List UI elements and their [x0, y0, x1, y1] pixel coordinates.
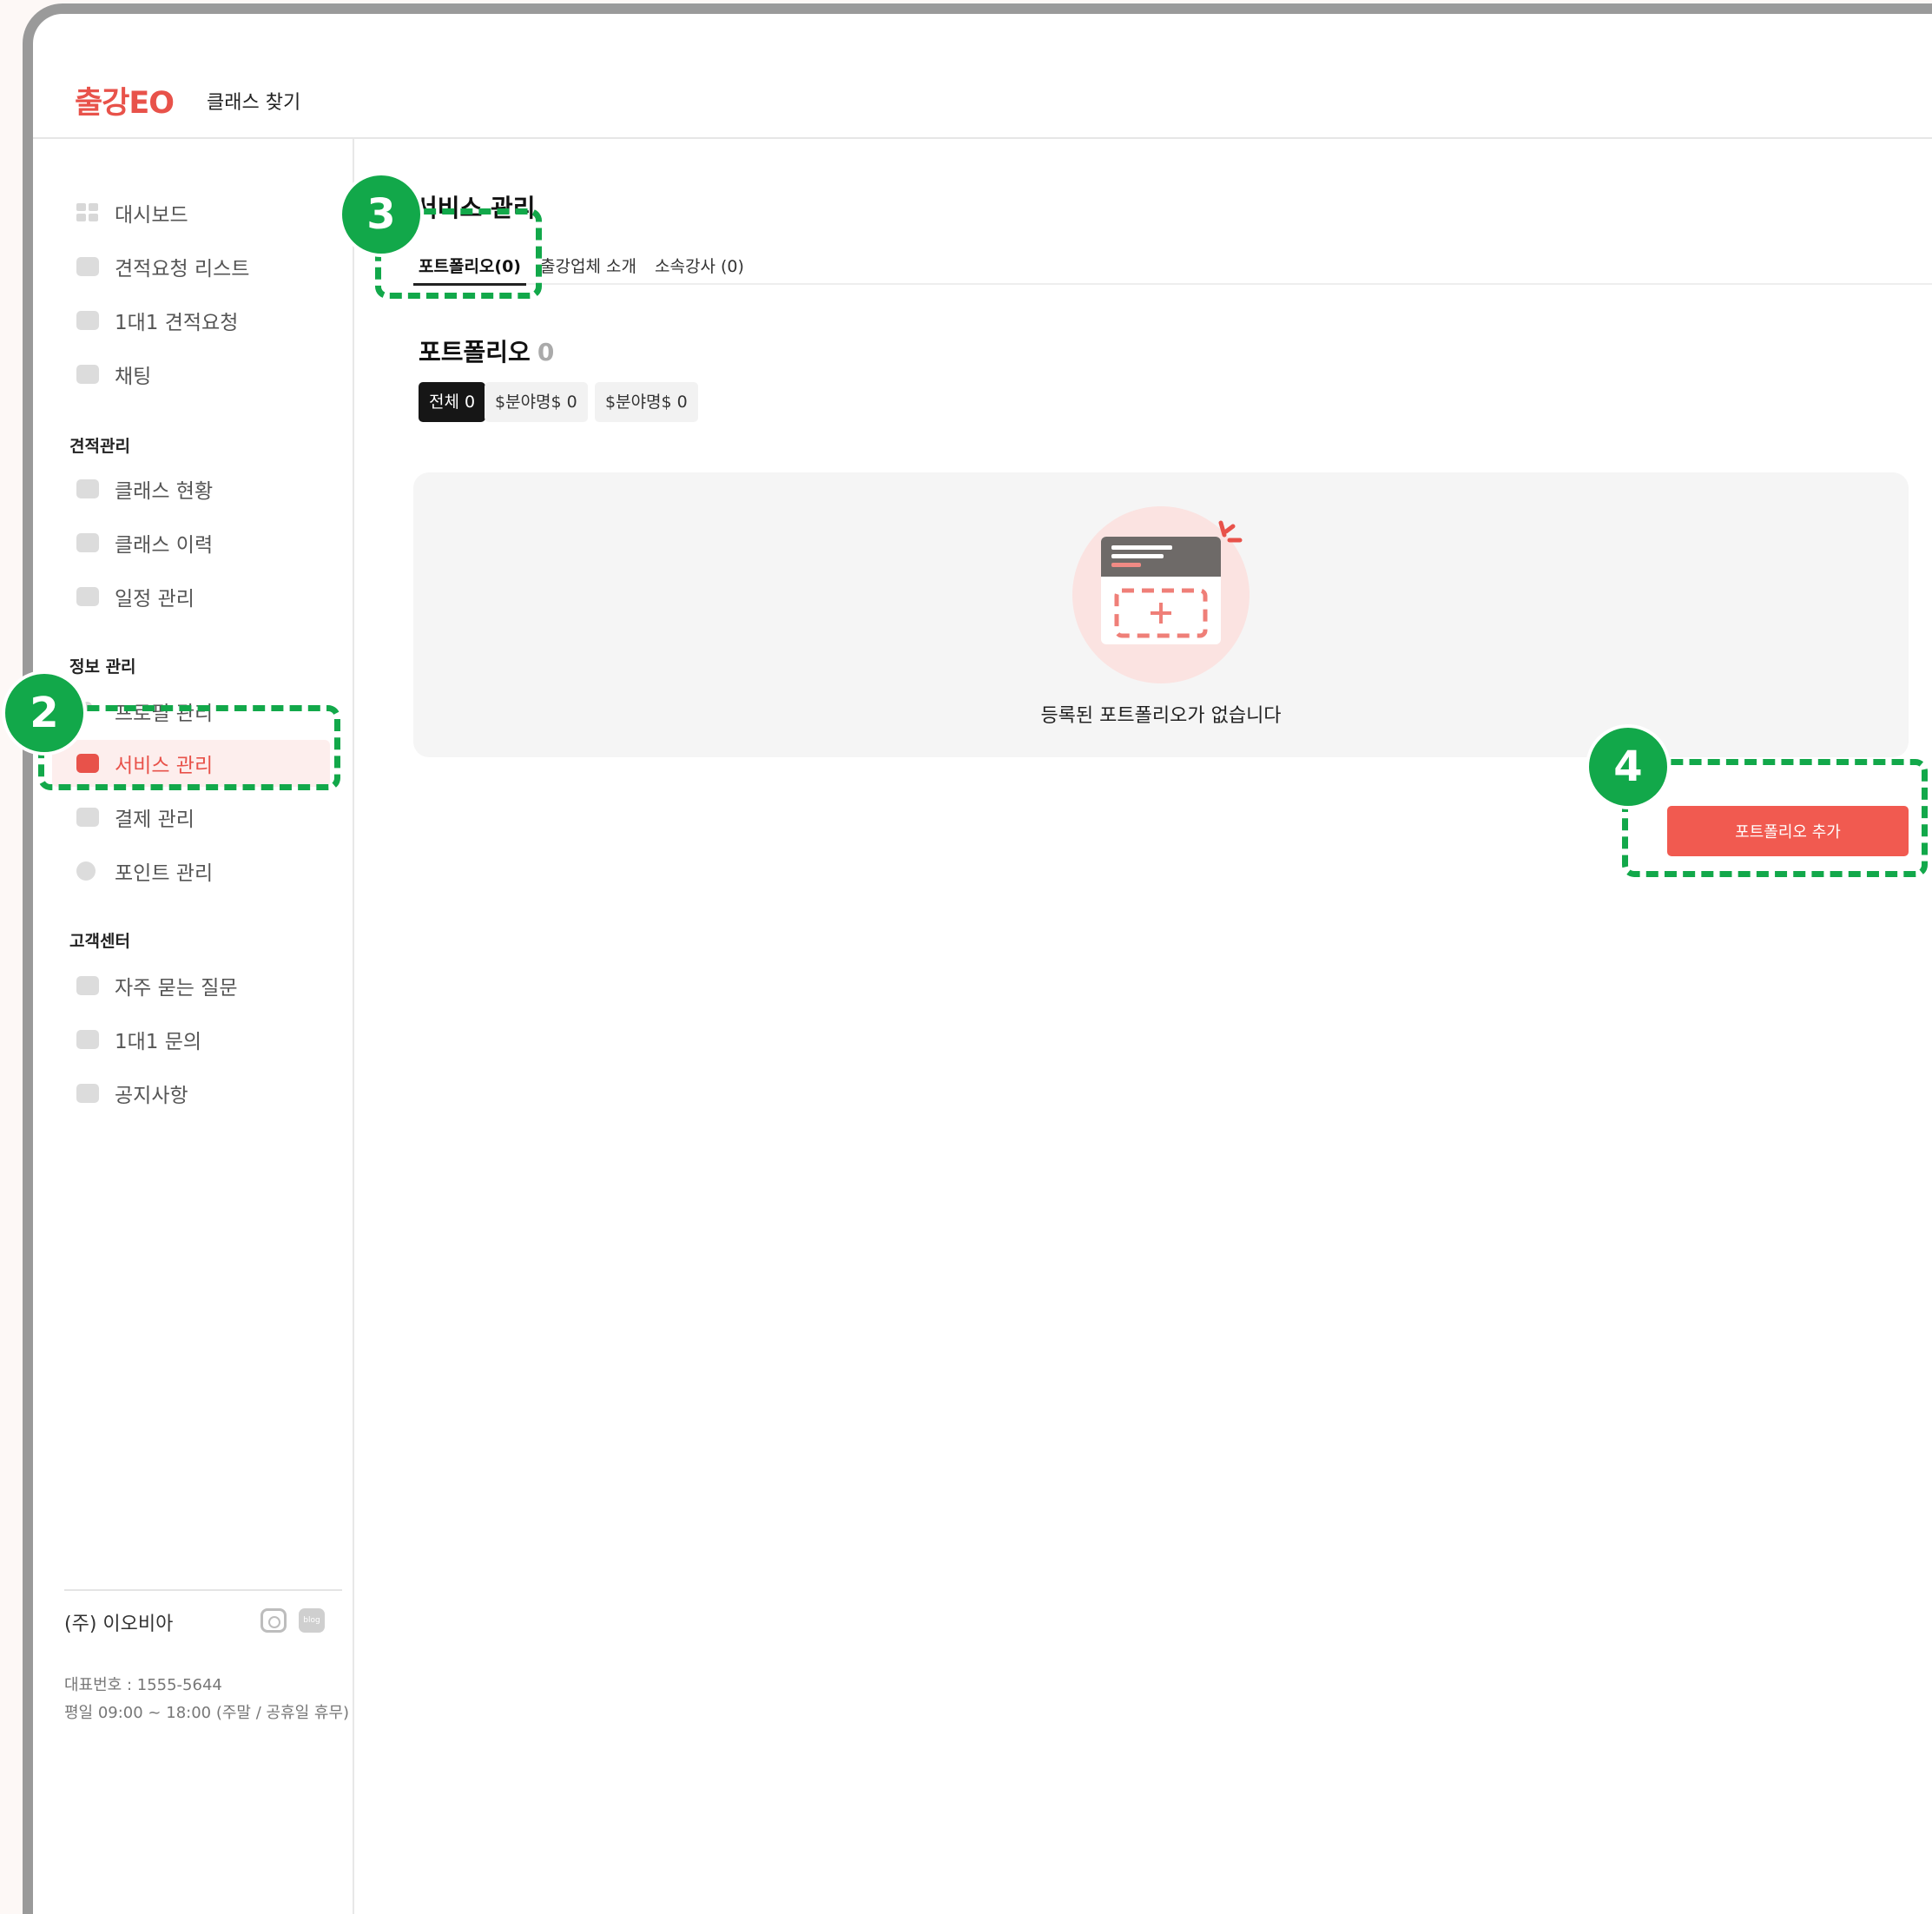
annotation-badge-4: 4 [1586, 724, 1671, 809]
annotation-badge-3: 3 [339, 172, 424, 257]
app-window: 출강EO 클래스 찾기 대시보드 견적요청 리스트 1대1 견적요청 채팅 견적… [23, 3, 1932, 1914]
tab-company-intro[interactable]: 출강업체 소개 [540, 254, 636, 277]
sidebar-item-class-status[interactable]: 클래스 현황 [52, 465, 330, 512]
sidebar-group-support: 고객센터 [69, 932, 130, 951]
calendar-icon [76, 587, 99, 606]
annotation-badge-2: 2 [2, 670, 87, 756]
portfolio-section-title: 포트폴리오 0 [419, 333, 554, 368]
sidebar-group-info: 정보 관리 [69, 657, 136, 676]
sidebar-item-label: 결제 관리 [115, 808, 195, 831]
blog-icon-label: blog [303, 1616, 320, 1625]
card-icon [76, 808, 99, 827]
blog-icon[interactable]: blog [299, 1608, 325, 1633]
sidebar-group-estimate: 견적관리 [69, 437, 130, 456]
sidebar-item-one-on-one-quote[interactable]: 1대1 견적요청 [52, 297, 330, 344]
sidebar-item-label: 자주 묻는 질문 [115, 977, 238, 1000]
filter-chip-field-2[interactable]: $분야명$ 0 [595, 382, 698, 422]
sidebar-item-class-history[interactable]: 클래스 이력 [52, 519, 330, 566]
point-coin-icon [76, 861, 96, 881]
sidebar-item-label: 일정 관리 [115, 588, 195, 610]
sidebar-item-label: 견적요청 리스트 [115, 258, 250, 280]
sidebar-item-label: 1대1 문의 [115, 1031, 202, 1053]
sidebar-item-label: 포인트 관리 [115, 862, 214, 885]
section-title-text: 포트폴리오 [419, 338, 531, 366]
portfolio-count: 0 [537, 338, 555, 366]
sidebar-item-dashboard[interactable]: 대시보드 [52, 189, 330, 236]
empty-portfolio-illustration [1072, 506, 1250, 683]
megaphone-icon [76, 1084, 99, 1103]
sidebar-item-label: 클래스 이력 [115, 534, 214, 557]
sidebar-item-one-on-one-inquiry[interactable]: 1대1 문의 [52, 1016, 330, 1063]
sidebar-item-faq[interactable]: 자주 묻는 질문 [52, 962, 330, 1009]
faq-icon [76, 976, 99, 995]
instagram-icon[interactable] [260, 1608, 287, 1633]
sidebar-item-label: 공지사항 [115, 1085, 188, 1107]
dashboard-icon [76, 203, 99, 222]
top-header: 출강EO 클래스 찾기 [33, 14, 1932, 139]
company-name: (주) 이오비아 [64, 1614, 174, 1635]
sidebar-item-label: 대시보드 [115, 204, 188, 227]
sidebar-footer-divider [64, 1589, 342, 1591]
filter-chip-all[interactable]: 전체 0 [419, 382, 486, 422]
business-hours: 평일 09:00 ~ 18:00 (주말 / 공휴일 휴무) [64, 1704, 350, 1722]
one-on-one-icon [76, 311, 99, 330]
phone-number: 대표번호 : 1555-5644 [64, 1676, 222, 1694]
nav-find-class-link[interactable]: 클래스 찾기 [207, 87, 300, 115]
class-history-icon [76, 533, 99, 552]
class-status-icon [76, 479, 99, 498]
sidebar-item-schedule[interactable]: 일정 관리 [52, 573, 330, 620]
quote-list-icon [76, 257, 99, 276]
filter-chip-field-1[interactable]: $분야명$ 0 [485, 382, 588, 422]
sidebar-item-label: 1대1 견적요청 [115, 312, 239, 334]
sidebar-item-chat[interactable]: 채팅 [52, 351, 330, 398]
sidebar-item-label: 클래스 현황 [115, 480, 214, 503]
sidebar: 대시보드 견적요청 리스트 1대1 견적요청 채팅 견적관리 클래스 현황 클래… [33, 139, 354, 1914]
sidebar-item-label: 채팅 [115, 366, 152, 388]
tab-instructors[interactable]: 소속강사 (0) [655, 254, 744, 277]
sidebar-item-points[interactable]: 포인트 관리 [52, 848, 330, 894]
chat-bubble-icon [76, 365, 99, 384]
sidebar-item-payment[interactable]: 결제 관리 [52, 794, 330, 841]
empty-portfolio-message: 등록된 포트폴리오가 없습니다 [1040, 705, 1282, 727]
empty-portfolio-panel: 등록된 포트폴리오가 없습니다 [413, 472, 1909, 757]
service-tabs: 포트폴리오(0) 출강업체 소개 소속강사 (0) [413, 248, 1932, 286]
brand-logo[interactable]: 출강EO [75, 78, 175, 122]
sidebar-item-notice[interactable]: 공지사항 [52, 1070, 330, 1117]
sidebar-item-quote-request-list[interactable]: 견적요청 리스트 [52, 243, 330, 290]
inquiry-icon [76, 1030, 99, 1049]
